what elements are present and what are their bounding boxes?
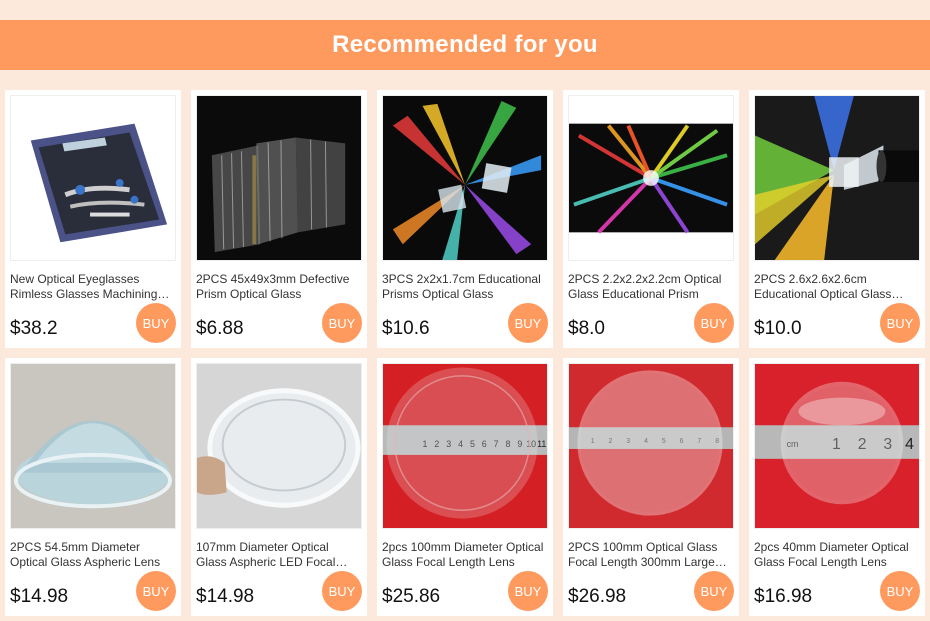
product-title[interactable]: New Optical Eyeglasses Rimless Glasses M… [10, 272, 176, 302]
product-title[interactable]: 2PCS 45x49x3mm Defective Prism Optical G… [196, 272, 362, 302]
product-grid: New Optical Eyeglasses Rimless Glasses M… [5, 90, 925, 616]
product-title[interactable]: 107mm Diameter Optical Glass Aspheric LE… [196, 540, 362, 570]
product-image [196, 95, 362, 261]
buy-button[interactable]: BUY [136, 303, 176, 343]
product-price: $16.98 [754, 586, 813, 607]
product-card[interactable]: 3PCS 2x2x1.7cm Educational Prisms Optica… [377, 90, 553, 348]
product-image: 1 2 3 4 5 6 7 8 9 10 11 [382, 363, 548, 529]
product-price: $26.98 [568, 586, 627, 607]
small-lens-ruler-image: cm 1 2 3 4 [755, 364, 919, 528]
ruler-label: 4 [905, 436, 914, 453]
product-price: $25.86 [382, 586, 441, 607]
product-price: $10.6 [382, 318, 430, 339]
product-title[interactable]: 2pcs 40mm Diameter Optical Glass Focal L… [754, 540, 920, 570]
product-card[interactable]: 2PCS 2.6x2.6x2.6cm Educational Optical G… [749, 90, 925, 348]
product-price: $14.98 [196, 586, 255, 607]
product-price: $6.88 [196, 318, 244, 339]
ruler-label: 11 [537, 439, 546, 449]
product-card[interactable]: 1 2 3 4 5 6 7 8 9 10 11 2pcs 100mm Diame… [377, 358, 553, 616]
product-price: $8.0 [568, 318, 605, 339]
product-image [382, 95, 548, 261]
product-title[interactable]: 2PCS 54.5mm Diameter Optical Glass Asphe… [10, 540, 176, 570]
product-card[interactable]: 107mm Diameter Optical Glass Aspheric LE… [191, 358, 367, 616]
large-lens-image [197, 364, 361, 528]
prism-light-rays-image [569, 96, 733, 260]
product-card[interactable]: 2PCS 45x49x3mm Defective Prism Optical G… [191, 90, 367, 348]
dome-lens-image [11, 364, 175, 528]
product-image [196, 363, 362, 529]
product-image [568, 95, 734, 261]
glass-plates-image [197, 96, 361, 260]
product-card[interactable]: New Optical Eyeglasses Rimless Glasses M… [5, 90, 181, 348]
buy-button[interactable]: BUY [880, 303, 920, 343]
product-image: cm 1 2 3 4 [754, 363, 920, 529]
buy-button[interactable]: BUY [694, 571, 734, 611]
product-image [754, 95, 920, 261]
banner-title: Recommended for you [332, 31, 598, 58]
product-image [10, 363, 176, 529]
lens-ruler-image: 1 2 3 4 5 6 7 8 [569, 364, 733, 528]
product-price: $10.0 [754, 318, 802, 339]
buy-button[interactable]: BUY [694, 303, 734, 343]
product-title[interactable]: 3PCS 2x2x1.7cm Educational Prisms Optica… [382, 272, 548, 302]
product-card[interactable]: 2PCS 2.2x2.2x2.2cm Optical Glass Educati… [563, 90, 739, 348]
product-card[interactable]: 2PCS 54.5mm Diameter Optical Glass Asphe… [5, 358, 181, 616]
prism-cube-image [755, 96, 919, 260]
recommended-banner: Recommended for you [0, 20, 930, 70]
product-image: 1 2 3 4 5 6 7 8 [568, 363, 734, 529]
buy-button[interactable]: BUY [508, 571, 548, 611]
product-card[interactable]: 1 2 3 4 5 6 7 8 2PCS 100mm Optical Glass… [563, 358, 739, 616]
buy-button[interactable]: BUY [880, 571, 920, 611]
buy-button[interactable]: BUY [322, 303, 362, 343]
product-title[interactable]: 2PCS 100mm Optical Glass Focal Length 30… [568, 540, 734, 570]
tool-kit-image [11, 96, 175, 260]
product-price: $38.2 [10, 318, 58, 339]
product-title[interactable]: 2PCS 2.2x2.2x2.2cm Optical Glass Educati… [568, 272, 734, 302]
product-card[interactable]: cm 1 2 3 4 2pcs 40mm Diameter Optical Gl… [749, 358, 925, 616]
product-image [10, 95, 176, 261]
product-price: $14.98 [10, 586, 69, 607]
buy-button[interactable]: BUY [136, 571, 176, 611]
buy-button[interactable]: BUY [508, 303, 548, 343]
prism-rainbow-image [383, 96, 547, 260]
product-title[interactable]: 2PCS 2.6x2.6x2.6cm Educational Optical G… [754, 272, 920, 302]
buy-button[interactable]: BUY [322, 571, 362, 611]
lens-ruler-image: 1 2 3 4 5 6 7 8 9 10 11 [383, 364, 547, 528]
product-title[interactable]: 2pcs 100mm Diameter Optical Glass Focal … [382, 540, 548, 570]
